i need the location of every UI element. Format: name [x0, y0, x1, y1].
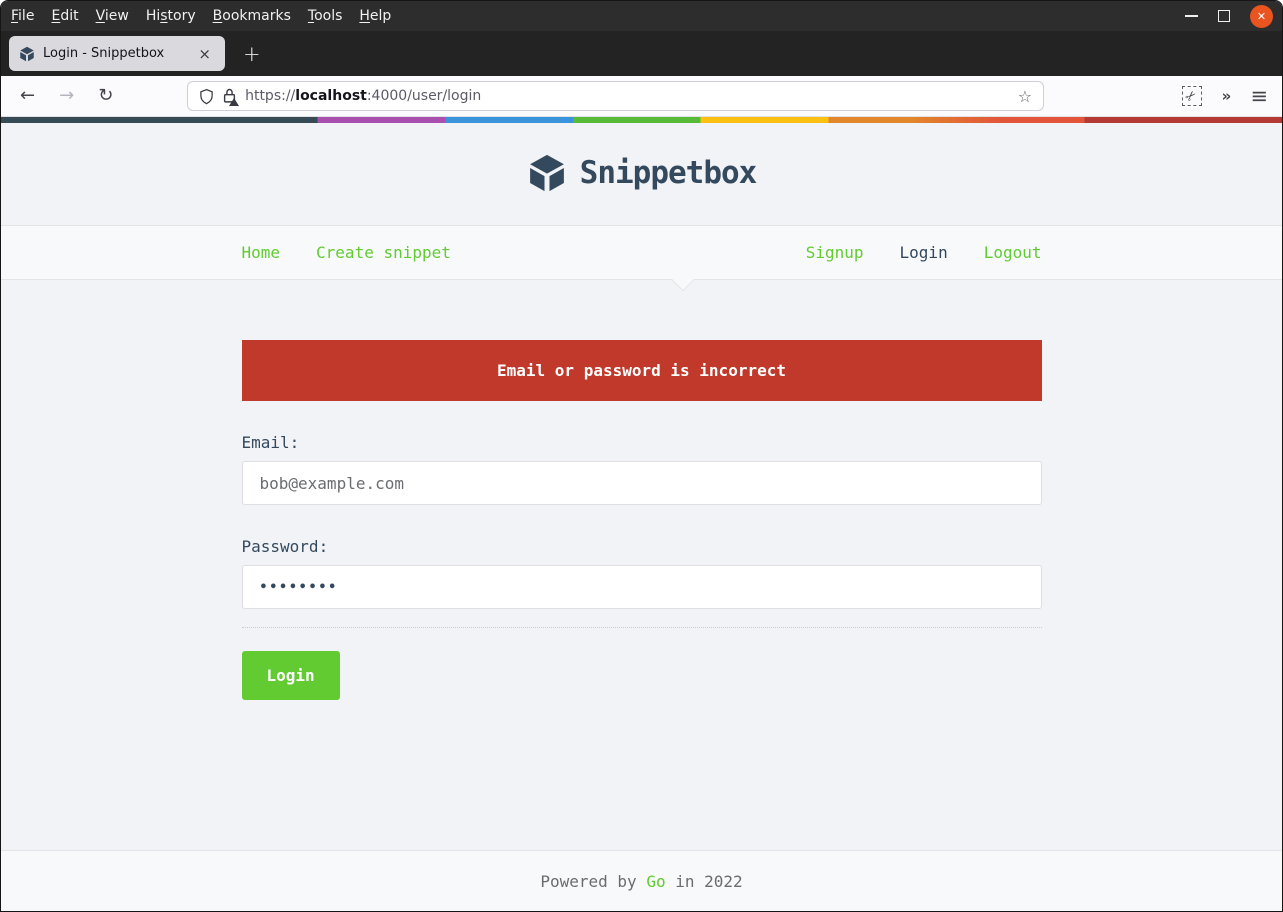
nav-link-logout[interactable]: Logout — [984, 243, 1042, 262]
snippetbox-favicon-icon — [19, 46, 35, 62]
menu-bar: File Edit View History Bookmarks Tools H… — [1, 1, 1282, 31]
toolbar-right-icons: ✂ » ≡ — [1181, 84, 1268, 108]
snippetbox-logo-icon — [527, 153, 567, 193]
email-label: Email: — [241, 433, 300, 452]
minimize-button[interactable] — [1185, 15, 1198, 17]
nav-link-home[interactable]: Home — [242, 243, 281, 262]
email-field[interactable] — [241, 461, 1042, 505]
nav-left-group: Home Create snippet — [242, 243, 451, 262]
back-button[interactable]: ← — [15, 87, 40, 105]
menu-view[interactable]: View — [96, 1, 129, 31]
form-divider — [241, 627, 1042, 628]
go-link[interactable]: Go — [646, 872, 665, 891]
reload-button[interactable]: ↻ — [93, 87, 118, 105]
forward-button[interactable]: → — [54, 87, 79, 105]
brand-logo[interactable]: Snippetbox — [527, 153, 757, 193]
page-viewport: Snippetbox Home Create snippet Signup Lo… — [1, 123, 1282, 911]
nav-link-login[interactable]: Login — [900, 243, 948, 262]
menu-file[interactable]: File — [11, 1, 34, 31]
nav-link-create-snippet[interactable]: Create snippet — [316, 243, 451, 262]
tab-title: Login - Snippetbox — [43, 46, 165, 61]
url-text: https://localhost:4000/user/login — [245, 88, 1009, 104]
nav-right-group: Signup Login Logout — [806, 243, 1042, 262]
site-title: Snippetbox — [579, 155, 758, 191]
menu-edit[interactable]: Edit — [51, 1, 78, 31]
navigation-toolbar: ← → ↻ https://localhost:4000/user/login … — [1, 76, 1282, 117]
url-scheme: https:// — [245, 88, 296, 104]
login-form: Email: Password: Login — [241, 433, 1042, 700]
new-tab-button[interactable]: + — [243, 42, 261, 66]
bookmark-star-icon[interactable]: ☆ — [1018, 87, 1032, 106]
password-field[interactable] — [241, 565, 1042, 609]
url-bar[interactable]: https://localhost:4000/user/login ☆ — [187, 81, 1045, 111]
url-host: localhost — [295, 88, 367, 104]
browser-window: File Edit View History Bookmarks Tools H… — [0, 0, 1283, 912]
site-nav: Home Create snippet Signup Login Logout — [1, 225, 1282, 292]
window-controls: ✕ — [1185, 1, 1273, 31]
menu-history[interactable]: History — [146, 1, 196, 31]
close-window-button[interactable]: ✕ — [1250, 4, 1273, 28]
footer-text: Powered by Go in 2022 — [540, 871, 743, 891]
password-label: Password: — [241, 537, 329, 556]
lock-warning-icon[interactable] — [223, 88, 240, 106]
menu-help[interactable]: Help — [359, 1, 391, 31]
menu-tools[interactable]: Tools — [308, 1, 343, 31]
shield-icon[interactable] — [199, 88, 214, 105]
site-footer: Powered by Go in 2022 — [1, 850, 1282, 911]
tab-bar: Login - Snippetbox × + — [1, 31, 1282, 76]
login-button[interactable]: Login — [241, 651, 340, 700]
url-path: :4000/user/login — [366, 88, 482, 104]
site-header: Snippetbox — [1, 123, 1282, 225]
app-menu-icon[interactable]: ≡ — [1250, 84, 1268, 108]
maximize-button[interactable] — [1218, 10, 1230, 22]
main-content: Email or password is incorrect Email: Pa… — [1, 280, 1282, 850]
close-tab-icon[interactable]: × — [194, 45, 215, 63]
screenshot-scissors-icon[interactable]: ✂ — [1181, 86, 1202, 106]
nav-link-signup[interactable]: Signup — [806, 243, 864, 262]
menu-bookmarks[interactable]: Bookmarks — [213, 1, 291, 31]
flash-error-banner: Email or password is incorrect — [241, 340, 1042, 401]
overflow-chevron-icon[interactable]: » — [1222, 87, 1232, 105]
tab-login-snippetbox[interactable]: Login - Snippetbox × — [9, 36, 225, 71]
